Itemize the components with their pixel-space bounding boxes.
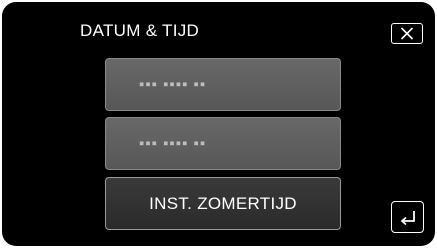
menu-item-label: ▪▪▪ ▪▪▪▪ ▪▪ — [139, 135, 207, 152]
menu-item-label: INST. ZOMERTIJD — [149, 193, 297, 213]
close-button[interactable] — [391, 23, 423, 44]
camera-menu-screen: DATUM & TIJD ▪▪▪ ▪▪▪▪ ▪▪ ▪▪▪ ▪▪▪▪ ▪▪ INS… — [2, 2, 435, 246]
daylight-saving-button[interactable]: INST. ZOMERTIJD — [105, 177, 341, 230]
menu-item-datetime-1[interactable]: ▪▪▪ ▪▪▪▪ ▪▪ — [105, 58, 341, 111]
close-icon — [400, 27, 414, 40]
page-title: DATUM & TIJD — [80, 21, 200, 40]
back-button[interactable] — [391, 201, 424, 233]
menu-item-datetime-2[interactable]: ▪▪▪ ▪▪▪▪ ▪▪ — [105, 117, 341, 170]
menu-item-label: ▪▪▪ ▪▪▪▪ ▪▪ — [139, 76, 207, 93]
back-arrow-icon — [400, 211, 415, 226]
